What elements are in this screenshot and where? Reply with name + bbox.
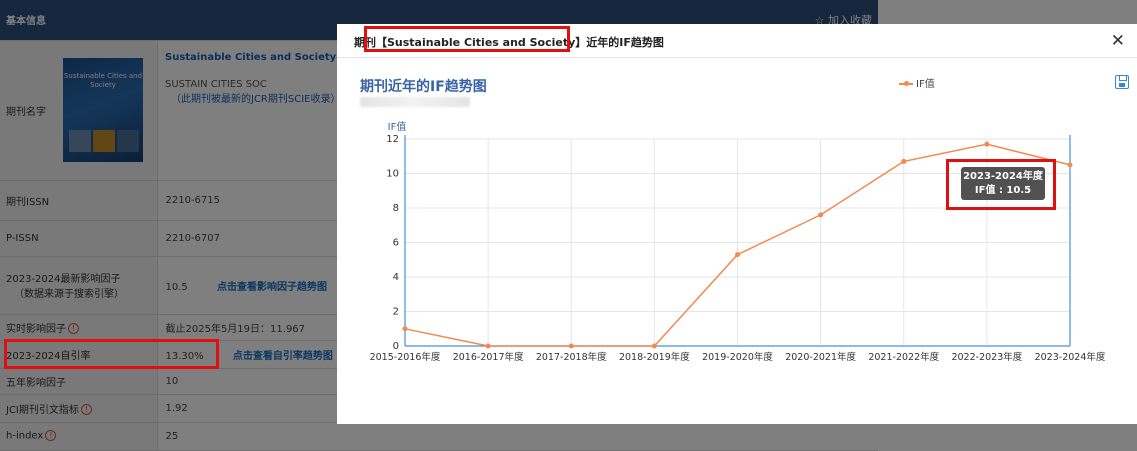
- y-tick-label: 12: [386, 134, 399, 145]
- highlight-box-modal-title: [364, 26, 570, 52]
- data-point[interactable]: [984, 141, 990, 147]
- data-point[interactable]: [568, 343, 574, 349]
- x-tick-label: 2023-2024年度: [1035, 351, 1106, 363]
- data-point[interactable]: [651, 343, 657, 349]
- x-tick-label: 2018-2019年度: [619, 351, 690, 363]
- if-trend-chart: 0 2 4 6 8 10 12 2015-2016年度 2016-2017年度 2017-201…: [370, 120, 1106, 363]
- x-tick-label: 2017-2018年度: [536, 351, 607, 363]
- data-point[interactable]: [901, 158, 907, 164]
- if-trend-modal: 期刊【Sustainable Cities and Society】近年的IF趋…: [337, 24, 1137, 424]
- data-point[interactable]: [735, 252, 740, 258]
- data-point[interactable]: [402, 326, 408, 332]
- y-tick-label: 10: [386, 169, 399, 180]
- x-tick-label: 2022-2023年度: [951, 351, 1022, 363]
- x-tick-label: 2015-2016年度: [370, 351, 441, 363]
- y-tick-label: 2: [393, 307, 399, 318]
- data-point[interactable]: [1067, 162, 1073, 168]
- data-point[interactable]: [485, 343, 491, 349]
- y-tick-label: 6: [393, 238, 399, 249]
- x-tick-label: 2016-2017年度: [453, 351, 524, 363]
- x-tick-label: 2020-2021年度: [785, 351, 856, 363]
- y-axis-label: IF值: [388, 120, 407, 133]
- y-tick-label: 0: [393, 341, 399, 352]
- highlight-box-tooltip: [946, 159, 1056, 210]
- x-tick-label: 2021-2022年度: [868, 351, 939, 363]
- data-point[interactable]: [818, 212, 824, 218]
- x-tick-label: 2019-2020年度: [702, 351, 773, 363]
- highlight-box-self-citation: [4, 339, 219, 369]
- y-tick-label: 8: [393, 203, 399, 214]
- y-tick-label: 4: [393, 272, 399, 283]
